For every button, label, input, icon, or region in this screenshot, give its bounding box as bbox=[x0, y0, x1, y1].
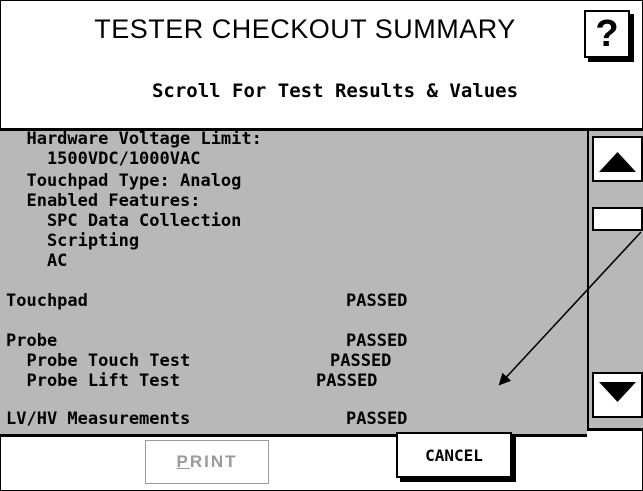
scrollbar-thumb[interactable] bbox=[592, 207, 643, 231]
status-probe-touch: PASSED bbox=[330, 351, 392, 371]
status-probe: PASSED bbox=[346, 331, 408, 351]
list-item: Enabled Features: bbox=[6, 191, 201, 211]
list-item-touchpad: Touchpad bbox=[6, 291, 88, 311]
list-item: 1500VDC/1000VAC bbox=[6, 149, 201, 169]
status-lv-hv: PASSED bbox=[346, 409, 408, 429]
results-list[interactable]: Hardware Voltage Limit: 1500VDC/1000VAC … bbox=[0, 128, 587, 437]
dialog-title: TESTER CHECKOUT SUMMARY bbox=[94, 14, 516, 44]
triangle-down-icon bbox=[599, 382, 636, 402]
list-item: Touchpad Type: Analog bbox=[6, 171, 242, 191]
list-item: AC bbox=[6, 251, 68, 271]
list-item: SPC Data Collection bbox=[6, 211, 242, 231]
print-button-label: RINT bbox=[189, 452, 238, 471]
cancel-button[interactable]: CANCEL bbox=[396, 432, 512, 478]
help-icon: ? bbox=[595, 12, 619, 55]
cancel-button-label: CANCEL bbox=[425, 445, 483, 465]
list-item-lv-hv: LV/HV Measurements bbox=[6, 409, 191, 429]
list-item-probe-touch: Probe Touch Test bbox=[6, 351, 191, 371]
scroll-down-button[interactable] bbox=[592, 372, 643, 418]
list-item: Scripting bbox=[6, 231, 140, 251]
status-probe-lift: PASSED bbox=[316, 371, 378, 391]
list-item: Hardware Voltage Limit: bbox=[6, 129, 262, 149]
triangle-up-icon bbox=[599, 152, 636, 172]
dialog-subtitle: Scroll For Test Results & Values bbox=[151, 80, 519, 102]
help-button[interactable]: ? bbox=[584, 10, 630, 58]
print-button-mnemonic: P bbox=[176, 452, 190, 471]
scroll-up-button[interactable] bbox=[592, 136, 643, 182]
status-touchpad: PASSED bbox=[346, 291, 408, 311]
list-item-probe-lift: Probe Lift Test bbox=[6, 371, 180, 391]
print-button[interactable]: P RINT bbox=[145, 440, 269, 484]
list-item-probe: Probe bbox=[6, 331, 58, 351]
